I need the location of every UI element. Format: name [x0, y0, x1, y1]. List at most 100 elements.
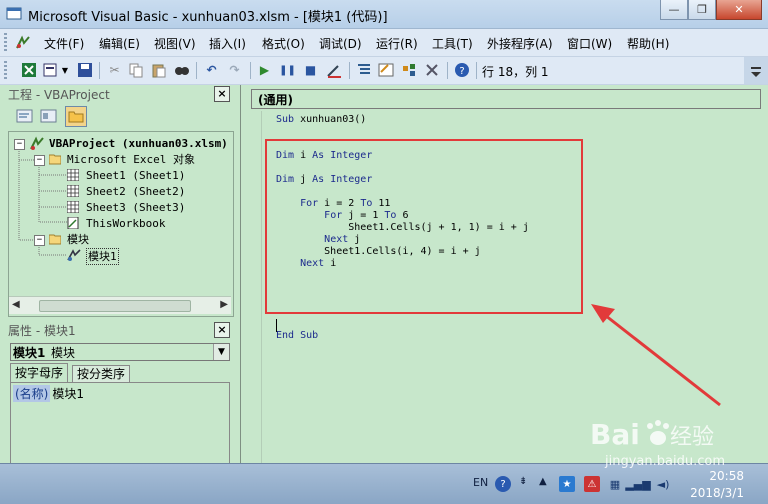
folder-icon [49, 154, 61, 165]
menu-bar: 文件(F) 编辑(E) 视图(V) 插入(I) 格式(O) 调试(D) 运行(R… [0, 29, 768, 57]
paste-icon[interactable] [150, 62, 167, 78]
tree-hscrollbar[interactable]: ◀ ▶ [9, 296, 231, 314]
project-panel-header: 工程 - VBAProject × [4, 85, 232, 103]
object-dropdown[interactable]: (通用) [251, 89, 761, 109]
tree-sheet1[interactable]: Sheet1 (Sheet1) [86, 168, 185, 183]
sheet-icon [67, 201, 79, 213]
watermark-text: jingyan.baidu.com [605, 454, 725, 469]
toggle-folders-icon[interactable] [65, 106, 87, 127]
module-icon [67, 249, 81, 261]
svg-text:Bai: Bai [590, 418, 640, 451]
code-line[interactable]: End Sub [276, 330, 318, 342]
scroll-right-icon[interactable]: ▶ [220, 299, 228, 310]
language-indicator[interactable]: EN [473, 476, 488, 489]
tree-module1[interactable]: 模块1 [86, 248, 119, 265]
expand-modules-icon[interactable]: − [34, 235, 45, 246]
minimize-button[interactable]: — [660, 0, 688, 20]
menu-file[interactable]: 文件(F) [44, 35, 84, 52]
code-margin[interactable] [241, 111, 262, 463]
menu-run[interactable]: 运行(R) [376, 35, 418, 52]
properties-window-icon[interactable] [377, 62, 394, 78]
security-icon[interactable]: ★ [559, 476, 575, 492]
menu-edit[interactable]: 编辑(E) [99, 35, 140, 52]
insert-module-icon[interactable] [42, 62, 59, 78]
ime-options-icon[interactable]: ⇟ [519, 476, 527, 487]
project-explorer-icon[interactable] [355, 62, 372, 78]
close-button[interactable]: ✕ [716, 0, 762, 20]
tree-root[interactable]: VBAProject (xunhuan03.xlsm) [49, 136, 228, 151]
code-line[interactable]: Sub xunhuan03() [276, 114, 366, 126]
tree-sheet2[interactable]: Sheet2 (Sheet2) [86, 184, 185, 199]
tree-excel-objects[interactable]: Microsoft Excel 对象 [67, 152, 195, 167]
insert-dropdown-icon[interactable]: ▼ [60, 62, 70, 78]
menu-view[interactable]: 视图(V) [154, 35, 196, 52]
workbook-icon [67, 217, 79, 229]
undo-icon[interactable]: ↶ [203, 62, 220, 78]
view-object-icon[interactable] [38, 106, 60, 127]
expand-excel-objects-icon[interactable]: − [34, 155, 45, 166]
toolbar-options-icon[interactable] [744, 57, 768, 84]
object-selector-type: 模块 [51, 346, 76, 360]
break-icon[interactable]: ❚❚ [279, 62, 296, 78]
help-tray-icon[interactable]: ? [495, 476, 511, 492]
properties-grid: (名称) 模块1 [10, 382, 230, 465]
menu-debug[interactable]: 调试(D) [319, 35, 362, 52]
redo-icon[interactable]: ↷ [226, 62, 243, 78]
property-key: (名称) [13, 385, 51, 402]
properties-panel-title: 属性 - 模块1 [8, 324, 76, 338]
save-icon[interactable] [76, 62, 93, 78]
run-icon[interactable]: ▶ [256, 62, 273, 78]
tree-modules-folder[interactable]: 模块 [67, 232, 89, 247]
baidu-logo: Bai 经验 [590, 418, 714, 451]
toolbox-icon[interactable] [423, 62, 440, 78]
menu-insert[interactable]: 插入(I) [209, 35, 246, 52]
window-controls: — ❐ ✕ [660, 0, 762, 20]
highlight-arrow [591, 304, 721, 407]
app-icon [6, 7, 22, 20]
property-row[interactable]: (名称) 模块1 [13, 385, 84, 402]
copy-icon[interactable] [127, 62, 144, 78]
tab-alphabetic[interactable]: 按字母序 [10, 363, 69, 382]
view-code-icon[interactable] [14, 106, 36, 127]
menu-format[interactable]: 格式(O) [262, 35, 305, 52]
tree-sheet3[interactable]: Sheet3 (Sheet3) [86, 200, 185, 215]
find-icon[interactable] [173, 62, 190, 78]
menu-help[interactable]: 帮助(H) [627, 35, 669, 52]
help-icon[interactable]: ? [453, 62, 470, 78]
cursor-position: 行 18，列 1 [482, 65, 549, 79]
show-hidden-icons[interactable]: ▲ [539, 476, 547, 487]
cut-icon[interactable]: ✂ [106, 62, 123, 78]
properties-panel-close-icon[interactable]: × [214, 322, 230, 338]
excel-view-icon[interactable] [20, 62, 37, 78]
toolbar: ▼ ✂ ↶ ↷ ▶ ❚❚ ■ ? 行 18，列 1 [0, 57, 768, 85]
tab-categorized[interactable]: 按分类序 [72, 365, 131, 382]
menu-window[interactable]: 窗口(W) [567, 35, 612, 52]
svg-text:?: ? [459, 66, 464, 77]
clock-date: 2018/3/1 [690, 486, 744, 500]
property-value[interactable]: 模块1 [50, 385, 84, 402]
object-selector-name: 模块1 [13, 346, 46, 360]
menu-tools[interactable]: 工具(T) [432, 35, 473, 52]
scroll-thumb[interactable] [39, 300, 191, 312]
window-title: Microsoft Visual Basic - xunhuan03.xlsm … [28, 10, 388, 25]
project-panel-close-icon[interactable]: × [214, 86, 230, 102]
baidu-watermark: Bai 经验 jingyan.baidu.com [590, 410, 740, 480]
folder-icon [49, 234, 61, 245]
toolbar-grip[interactable] [4, 61, 7, 80]
sheet-icon [67, 169, 79, 181]
expand-root-icon[interactable]: − [14, 139, 25, 150]
chevron-down-icon[interactable]: ▼ [213, 344, 229, 360]
reset-icon[interactable]: ■ [302, 62, 319, 78]
tree-thisworkbook[interactable]: ThisWorkbook [86, 216, 165, 231]
scroll-left-icon[interactable]: ◀ [12, 299, 20, 310]
properties-panel-header: 属性 - 模块1 × [4, 321, 232, 339]
object-browser-icon[interactable] [400, 62, 417, 78]
design-mode-icon[interactable] [325, 62, 342, 78]
object-dropdown-value: (通用) [258, 93, 293, 107]
menu-addins[interactable]: 外接程序(A) [487, 35, 553, 52]
menubar-grip[interactable] [4, 33, 7, 52]
project-tree: − VBAProject (xunhuan03.xlsm) − Microsof… [8, 131, 234, 317]
vba-icon [16, 35, 30, 49]
maximize-button[interactable]: ❐ [688, 0, 716, 20]
object-selector[interactable]: 模块1 模块 ▼ [10, 343, 230, 361]
